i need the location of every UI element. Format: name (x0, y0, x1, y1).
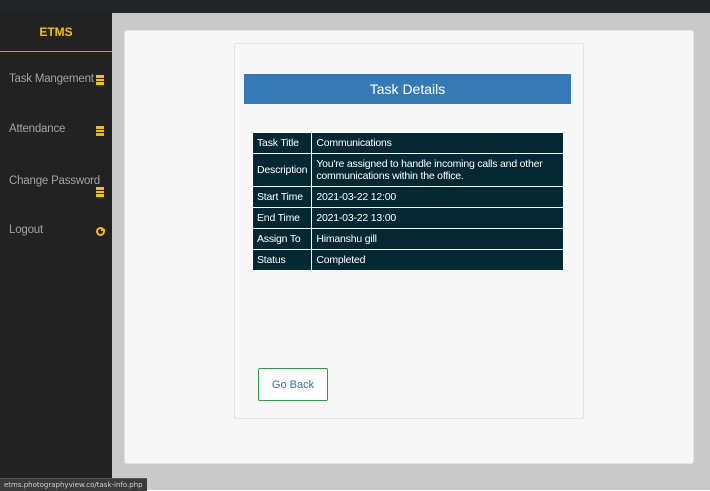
sidebar-item-label: Attendance (9, 123, 66, 135)
row-value: Completed (311, 249, 564, 271)
row-key: Status (251, 249, 313, 271)
sidebar-item-task-management[interactable]: Task Mangement (0, 73, 112, 91)
go-back-button[interactable]: Go Back (258, 368, 328, 401)
status-bar-url: etms.photographyview.co/task-info.php (0, 478, 147, 491)
list-icon (96, 126, 104, 136)
window-top-strip (0, 0, 710, 13)
row-value: You're assigned to handle incoming calls… (311, 153, 564, 187)
task-details-table: Task Title Communications Description Yo… (251, 132, 564, 271)
row-key: Description (251, 153, 313, 187)
sidebar: ETMS Task Mangement Attendance Change Pa… (0, 13, 112, 490)
table-row: Assign To Himanshu gill (251, 228, 564, 250)
table-row: End Time 2021-03-22 13:00 (251, 207, 564, 229)
row-key: Start Time (251, 186, 313, 208)
row-value: 2021-03-22 12:00 (311, 186, 564, 208)
sidebar-item-label: Change Password (9, 175, 100, 187)
table-row: Start Time 2021-03-22 12:00 (251, 186, 564, 208)
row-value: Communications (311, 132, 564, 154)
row-key: Task Title (251, 132, 313, 154)
brand-logo[interactable]: ETMS (0, 13, 112, 52)
sidebar-item-label: Logout (9, 224, 43, 236)
row-value: 2021-03-22 13:00 (311, 207, 564, 229)
row-value: Himanshu gill (311, 228, 564, 250)
list-icon (96, 187, 104, 197)
logout-icon (96, 227, 105, 236)
table-row: Status Completed (251, 249, 564, 271)
page-title: Task Details (244, 74, 571, 104)
row-key: Assign To (251, 228, 313, 250)
list-icon (96, 75, 104, 85)
row-key: End Time (251, 207, 313, 229)
sidebar-item-logout[interactable]: Logout (0, 224, 112, 242)
table-row: Task Title Communications (251, 132, 564, 154)
sidebar-item-change-password[interactable]: Change Password (0, 175, 112, 197)
sidebar-item-attendance[interactable]: Attendance (0, 123, 112, 141)
sidebar-item-label: Task Mangement (9, 73, 94, 85)
table-row: Description You're assigned to handle in… (251, 153, 564, 187)
